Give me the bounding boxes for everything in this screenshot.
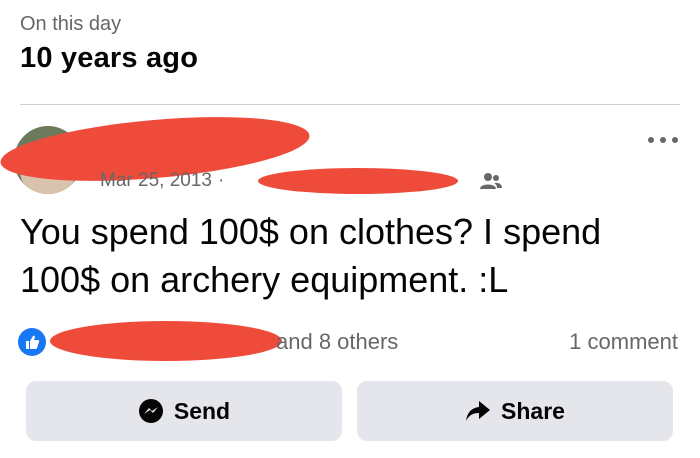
- divider: [20, 104, 680, 105]
- share-label: Share: [501, 397, 565, 424]
- more-horizontal-icon: [648, 137, 654, 143]
- messenger-icon: [138, 398, 164, 424]
- like-icon[interactable]: [18, 328, 46, 356]
- reactions-row: and 8 others 1 comment: [18, 326, 678, 358]
- memory-label: On this day: [20, 13, 122, 35]
- meta-separator: ·: [217, 170, 225, 191]
- reaction-names[interactable]: and 8 others: [276, 329, 398, 355]
- memory-header: On this day 10 years ago: [20, 10, 198, 78]
- more-dot: [660, 137, 666, 143]
- friends-icon[interactable]: [480, 172, 503, 190]
- send-button[interactable]: Send: [26, 381, 342, 441]
- post-date[interactable]: Mar 25, 2013: [100, 170, 212, 192]
- post-text: You spend 100$ on clothes? I spend 100$ …: [20, 211, 602, 300]
- share-button[interactable]: Share: [357, 381, 673, 441]
- share-arrow-icon: [465, 399, 491, 423]
- memory-years-ago: 10 years ago: [20, 42, 199, 74]
- more-options-button[interactable]: [648, 132, 678, 148]
- comment-count[interactable]: 1 comment: [569, 329, 678, 355]
- more-dot: [672, 137, 678, 143]
- send-label: Send: [173, 397, 231, 424]
- post-meta: Mar 25, 2013 ·: [100, 170, 503, 192]
